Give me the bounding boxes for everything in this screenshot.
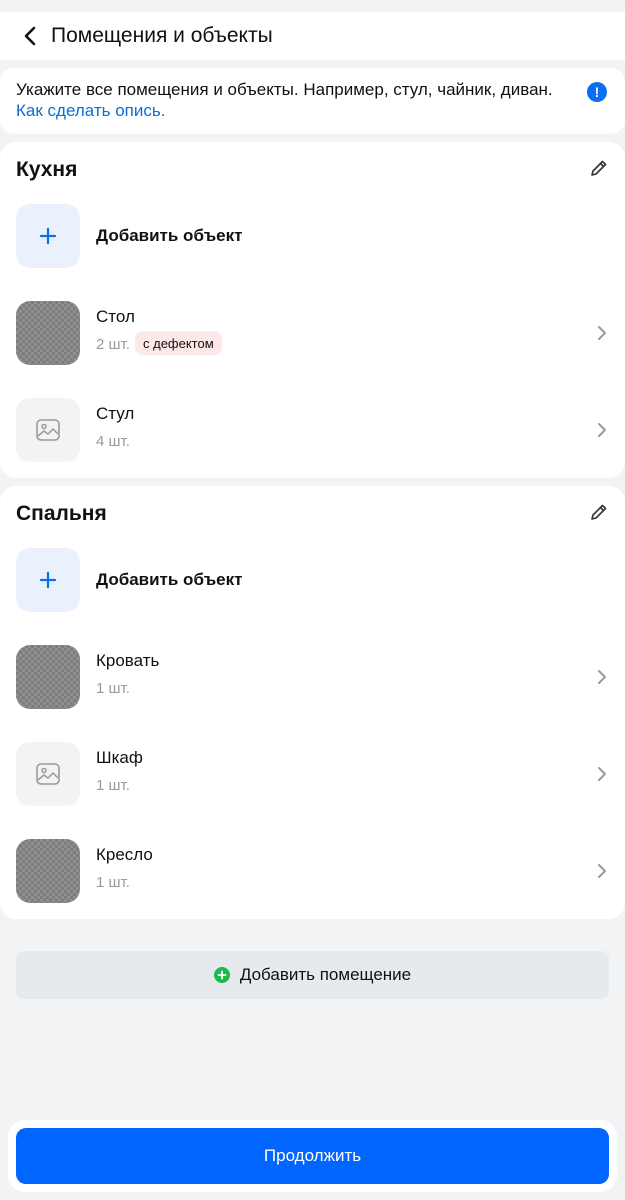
chevron-right-icon [598, 326, 606, 340]
plus-circle-icon [213, 967, 230, 983]
item-photo [16, 839, 80, 903]
add-object-thumb [16, 548, 80, 612]
item-placeholder [16, 742, 80, 806]
item-quantity: 2 шт. [96, 336, 130, 353]
list-item-wardrobe[interactable]: Шкаф 1 шт. [0, 742, 625, 806]
room-card-kitchen: Кухня Добавить объект Стол 2 шт. с дефек… [0, 142, 625, 478]
room-title: Спальня [16, 502, 107, 525]
add-object-label: Добавить объект [96, 570, 243, 589]
plus-icon [217, 970, 227, 980]
room-title: Кухня [16, 158, 78, 181]
chevron-right-icon [598, 864, 606, 878]
plus-icon [39, 227, 57, 245]
exclamation-icon[interactable]: ! [587, 82, 607, 102]
item-photo [16, 645, 80, 709]
item-photo [16, 301, 80, 365]
item-name: Шкаф [96, 748, 143, 767]
plus-icon [39, 571, 57, 589]
item-name: Кровать [96, 651, 160, 670]
add-room-button[interactable]: Добавить помещение [16, 951, 609, 999]
chevron-right-icon [598, 767, 606, 781]
chevron-right-icon [598, 423, 606, 437]
image-placeholder-icon [36, 419, 60, 441]
item-quantity: 1 шт. [96, 680, 130, 697]
room-card-bedroom: Спальня Добавить объект Кровать 1 шт. Шк… [0, 486, 625, 919]
info-text: Укажите все помещения и объекты. Наприме… [16, 80, 553, 99]
list-item-bed[interactable]: Кровать 1 шт. [0, 645, 625, 709]
edit-room-button[interactable] [589, 158, 609, 178]
list-item-chair[interactable]: Стул 4 шт. [0, 398, 625, 462]
pencil-icon [591, 160, 607, 176]
list-item-table[interactable]: Стол 2 шт. с дефектом [0, 301, 625, 365]
page-title: Помещения и объекты [51, 24, 273, 47]
item-quantity: 1 шт. [96, 874, 130, 891]
chevron-right-icon [598, 670, 606, 684]
list-item-armchair[interactable]: Кресло 1 шт. [0, 839, 625, 903]
pencil-icon [591, 504, 607, 520]
item-quantity: 1 шт. [96, 777, 130, 794]
item-name: Стул [96, 404, 135, 423]
item-name: Кресло [96, 845, 153, 864]
back-button[interactable] [18, 24, 42, 48]
continue-button[interactable]: Продолжить [16, 1128, 609, 1184]
add-room-label: Добавить помещение [239, 965, 412, 984]
edit-room-button[interactable] [589, 502, 609, 522]
defect-badge: с дефектом [135, 331, 222, 355]
inventory-help-link[interactable]: Как сделать опись. [16, 100, 609, 121]
top-bar: Помещения и объекты [0, 12, 625, 60]
item-quantity: 4 шт. [96, 433, 130, 450]
add-object-thumb [16, 204, 80, 268]
add-object-label: Добавить объект [96, 226, 243, 245]
add-object-button[interactable]: Добавить объект [0, 548, 625, 612]
add-object-button[interactable]: Добавить объект [0, 204, 625, 268]
back-arrow-icon [24, 26, 36, 46]
info-card: Укажите все помещения и объекты. Наприме… [0, 68, 625, 134]
item-placeholder [16, 398, 80, 462]
image-placeholder-icon [36, 763, 60, 785]
item-name: Стол [96, 307, 135, 326]
